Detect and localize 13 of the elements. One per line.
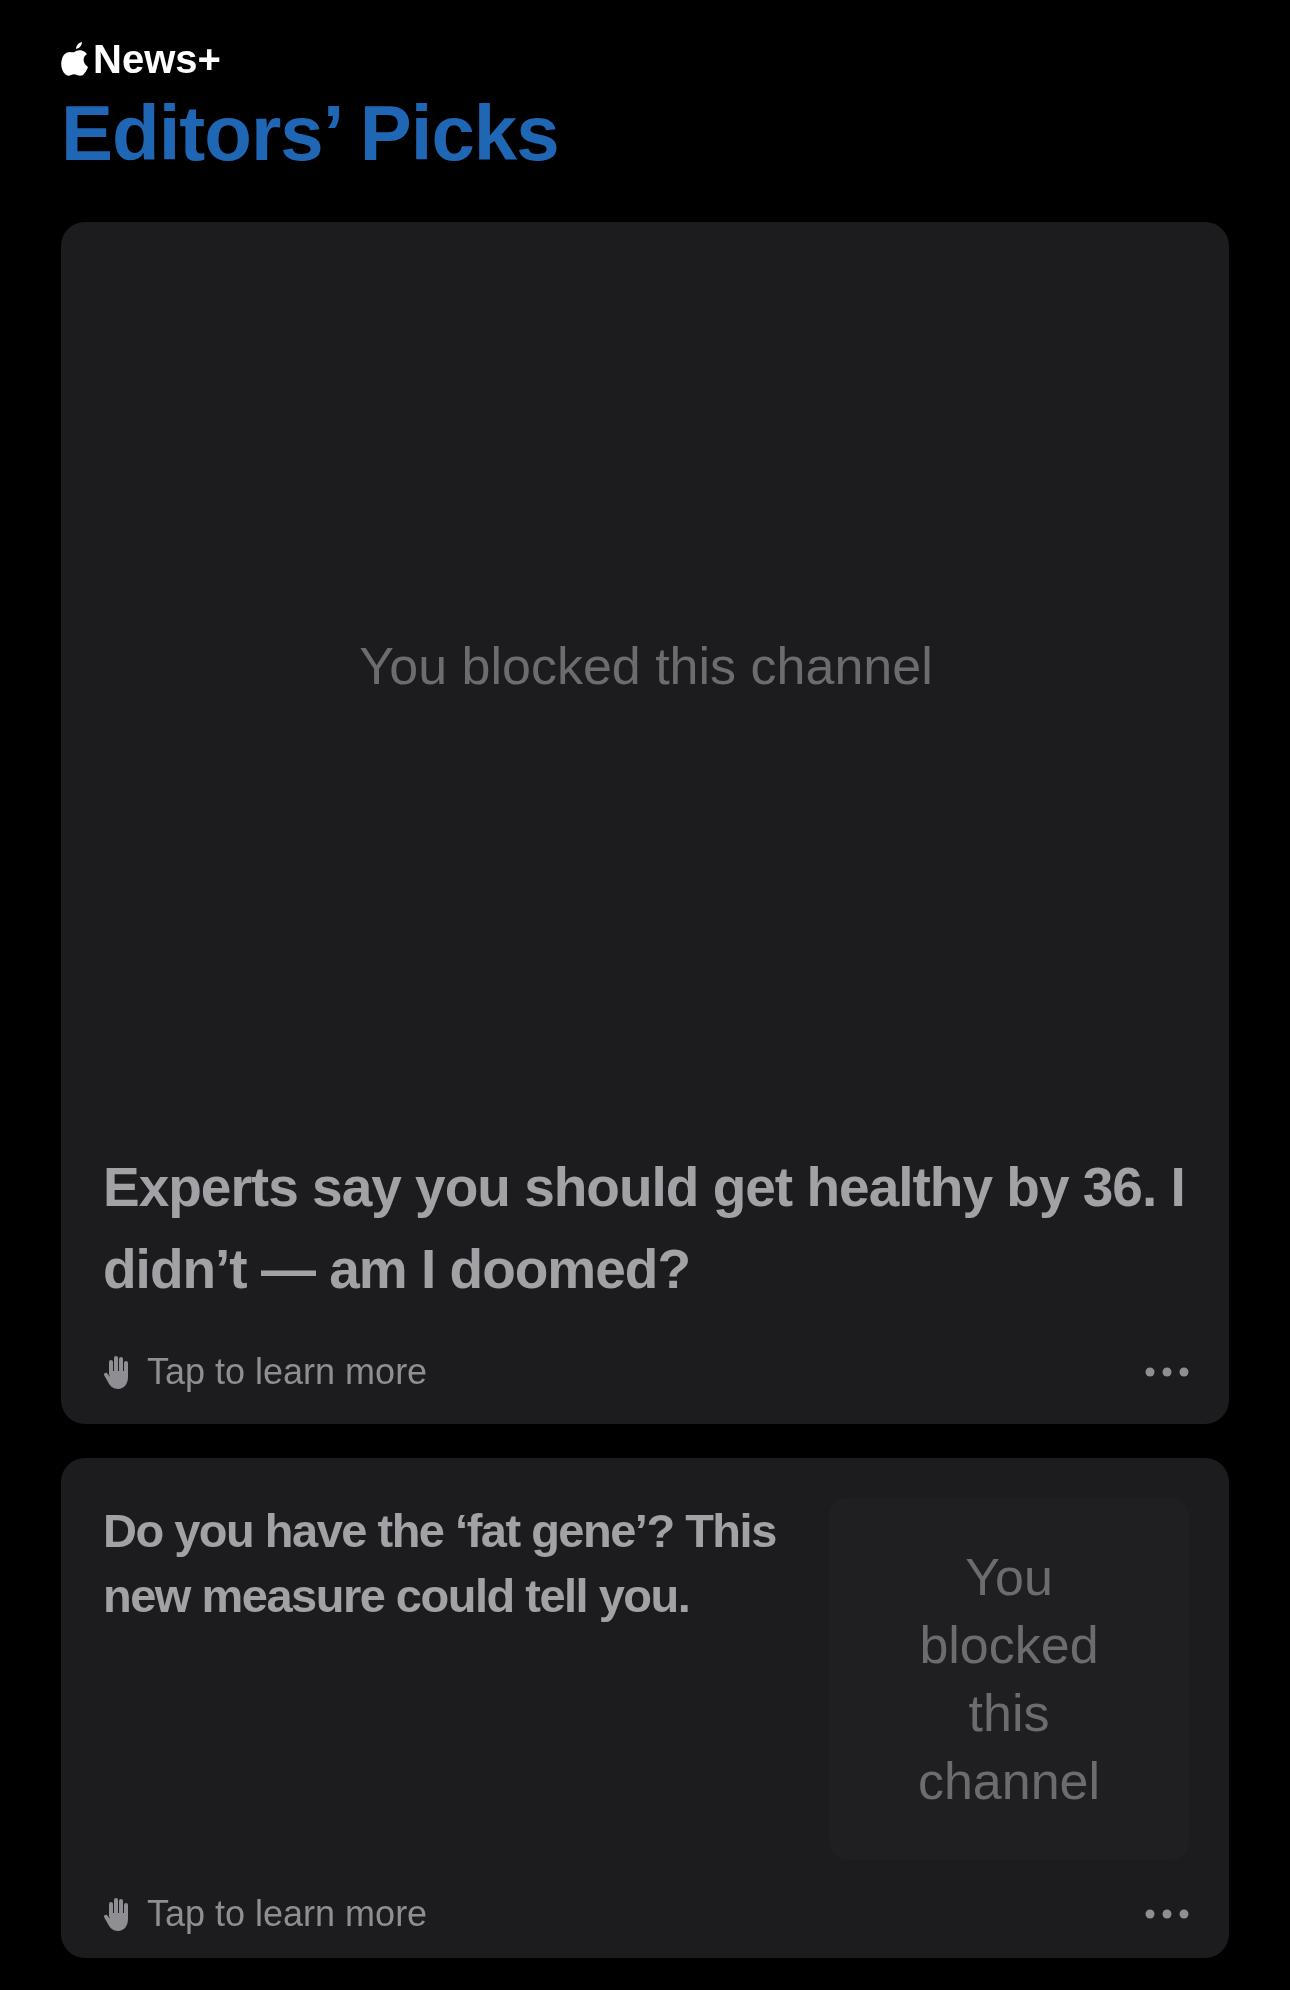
- learn-more-link[interactable]: Tap to learn more: [103, 1892, 428, 1936]
- article-card[interactable]: You blocked this channel Experts say you should get healthy by 36. I didn’t — am I doomed? Tap to learn more: [61, 222, 1229, 1424]
- more-icon: [1145, 1909, 1189, 1919]
- blocked-message: You blocked this channel: [359, 636, 933, 697]
- learn-more-link[interactable]: Tap to learn more: [103, 1350, 428, 1394]
- brand-name: News+: [93, 36, 221, 82]
- article-card[interactable]: Do you have the ‘fat gene’? This new measure could tell you. You blocked this channel Tap to learn more: [61, 1458, 1229, 1958]
- blocked-message: You blocked this channel: [916, 1547, 1102, 1812]
- more-icon: [1145, 1367, 1189, 1377]
- page-title: Editors’ Picks: [61, 88, 560, 178]
- article-headline: Experts say you should get healthy by 36. I didn’t — am I doomed?: [103, 1155, 1186, 1302]
- article-headline: Do you have the ‘fat gene’? This new measure could tell you.: [103, 1503, 777, 1624]
- apple-logo-icon: [61, 41, 91, 77]
